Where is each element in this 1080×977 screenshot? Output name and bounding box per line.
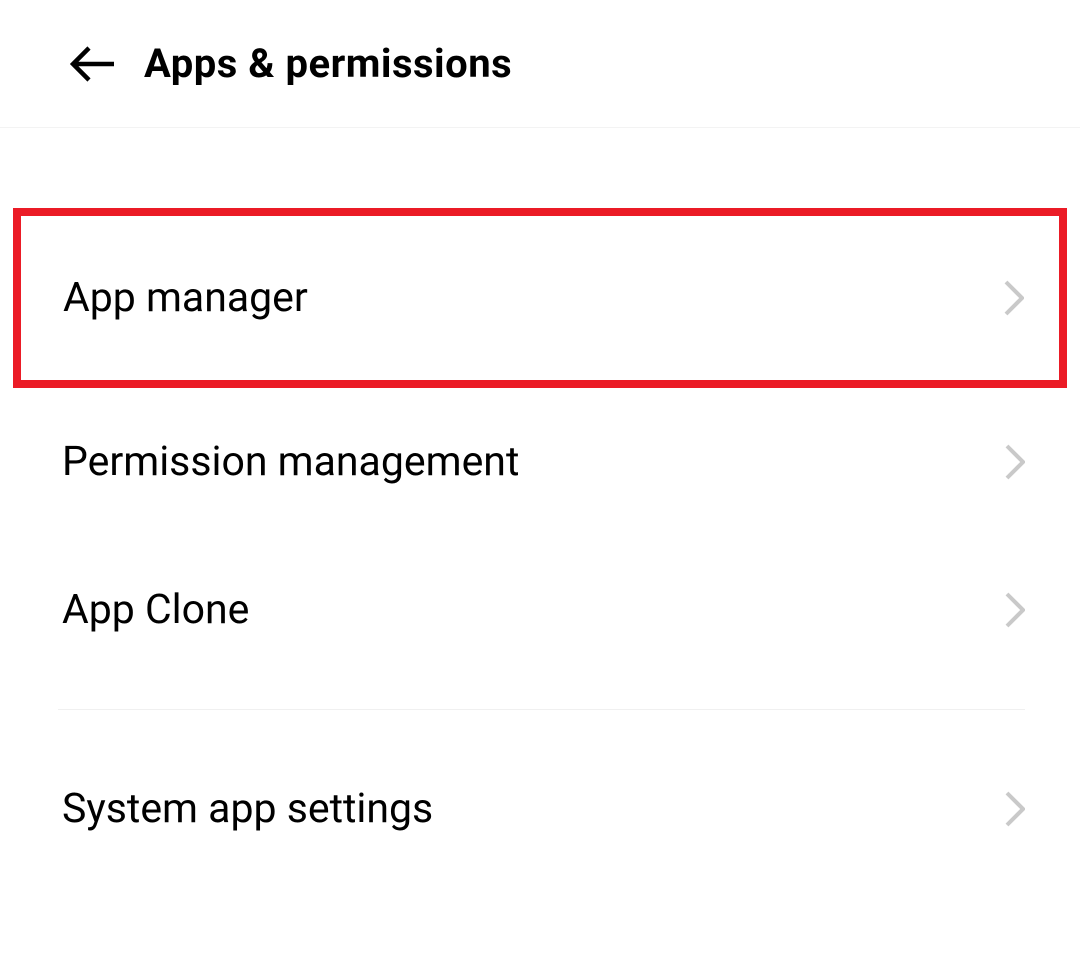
page-title: Apps & permissions: [144, 40, 512, 87]
list-item-permission-management[interactable]: Permission management: [0, 388, 1080, 536]
chevron-right-icon: [1005, 444, 1025, 480]
list-item-system-app-settings[interactable]: System app settings: [0, 735, 1080, 883]
header-bar: Apps & permissions: [0, 0, 1080, 128]
list-item-label: System app settings: [62, 785, 433, 833]
list-item-app-manager[interactable]: App manager: [13, 208, 1067, 388]
list-item-label: App Clone: [62, 586, 249, 634]
list-item-label: App manager: [63, 274, 308, 322]
list-item-app-clone[interactable]: App Clone: [0, 536, 1080, 684]
chevron-right-icon: [1004, 280, 1024, 316]
chevron-right-icon: [1005, 791, 1025, 827]
list-item-label: Permission management: [62, 438, 519, 486]
back-icon[interactable]: [70, 46, 116, 82]
chevron-right-icon: [1005, 592, 1025, 628]
header-spacer: [0, 128, 1080, 208]
group-divider: [58, 709, 1025, 710]
